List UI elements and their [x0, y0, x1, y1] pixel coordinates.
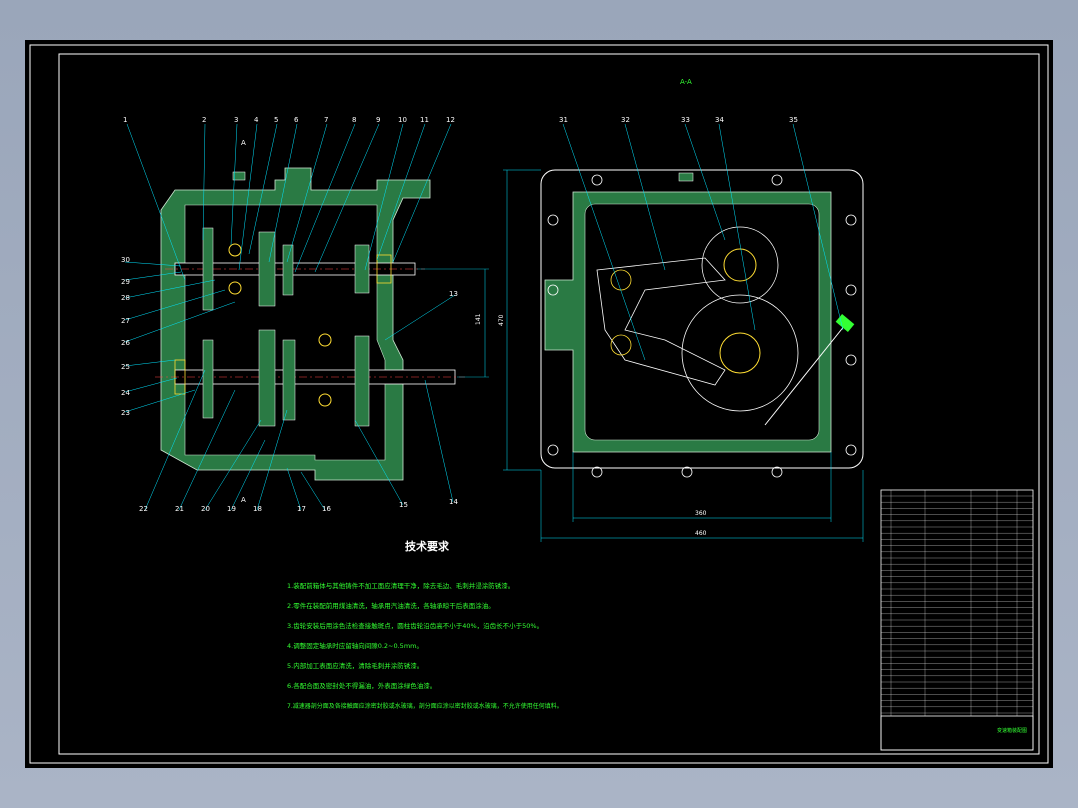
label-6: 6 — [294, 116, 299, 124]
note-7: 7.减速器剖分面及各接触面应涂密封胶或水玻璃，剖分面应涂以密封胶或水玻璃，不允许… — [287, 702, 563, 710]
label-8: 8 — [352, 116, 356, 124]
section-mark-top: A — [241, 139, 246, 147]
section-label: A-A — [680, 78, 692, 86]
label-3: 3 — [234, 116, 238, 124]
label-14: 14 — [449, 498, 458, 506]
note-5: 5.内部加工表面应清洗，清除毛刺并涂防锈漆。 — [287, 661, 423, 670]
label-5: 5 — [274, 116, 278, 124]
label-4: 4 — [254, 116, 259, 124]
left-section-view: A A 141 1 2 3 4 5 6 7 8 9 10 11 12 30 29… — [121, 116, 489, 513]
label-25: 25 — [121, 363, 130, 371]
dimension-460: 460 — [695, 530, 707, 537]
label-17: 17 — [297, 505, 306, 513]
section-mark-bottom: A — [241, 496, 246, 504]
label-19: 19 — [227, 505, 236, 513]
label-22: 22 — [139, 505, 148, 513]
right-section-view: A-A 31 32 33 34 35 470 360 460 — [498, 78, 864, 542]
label-26: 26 — [121, 339, 130, 347]
dipstick-handle — [835, 314, 855, 332]
parts-list: 变速箱装配图 — [880, 489, 1034, 751]
label-33: 33 — [681, 116, 690, 124]
label-34: 34 — [715, 116, 724, 124]
label-32: 32 — [621, 116, 630, 124]
parts-list-grid — [881, 490, 1033, 716]
drawing-title: 变速箱装配图 — [997, 727, 1027, 734]
gear-upper-4 — [354, 244, 370, 294]
label-31: 31 — [559, 116, 568, 124]
label-35: 35 — [789, 116, 798, 124]
note-6: 6.各配合面及密封处不得漏油，外表面涂绿色油漆。 — [287, 681, 436, 690]
label-24: 24 — [121, 389, 130, 397]
note-3: 3.齿轮安装后用涂色法检查接触斑点，圆柱齿轮沿齿高不小于40%，沿齿长不小于50… — [287, 621, 543, 630]
note-1: 1.装配前箱体与其他铸件不加工面应清理干净，除去毛边、毛刺并浸涂防锈漆。 — [287, 581, 514, 590]
technical-requirements: 技术要求 1.装配前箱体与其他铸件不加工面应清理干净，除去毛边、毛刺并浸涂防锈漆… — [287, 539, 563, 710]
dimension-470: 470 — [498, 314, 505, 326]
gear-lower-4 — [354, 335, 370, 427]
vent-cap — [678, 172, 694, 182]
label-30: 30 — [121, 256, 130, 264]
label-21: 21 — [175, 505, 184, 513]
label-13: 13 — [449, 290, 458, 298]
assembly-drawing: A A 141 1 2 3 4 5 6 7 8 9 10 11 12 30 29… — [29, 44, 1049, 764]
gear-lower-2 — [258, 329, 276, 427]
label-28: 28 — [121, 294, 130, 302]
gear-upper-3 — [282, 244, 294, 296]
housing-interior — [584, 203, 820, 441]
label-18: 18 — [253, 505, 262, 513]
label-7: 7 — [324, 116, 328, 124]
label-2: 2 — [202, 116, 206, 124]
label-9: 9 — [376, 116, 380, 124]
label-15: 15 — [399, 501, 408, 509]
gear-lower-3 — [282, 339, 296, 421]
drawing-sheet: A A 141 1 2 3 4 5 6 7 8 9 10 11 12 30 29… — [25, 40, 1053, 768]
label-16: 16 — [322, 505, 331, 513]
label-1: 1 — [123, 116, 127, 124]
label-11: 11 — [420, 116, 429, 124]
dimension-141: 141 — [475, 313, 482, 325]
gear-lower-1 — [202, 339, 214, 419]
dimension-360: 360 — [695, 510, 707, 517]
note-4: 4.调整固定轴承时应留轴向间隙0.2~0.5mm。 — [287, 641, 423, 650]
label-27: 27 — [121, 317, 130, 325]
note-2: 2.零件在装配前用煤油清洗，轴承用汽油清洗，各轴承晾干后表面涂油。 — [287, 601, 495, 610]
label-10: 10 — [398, 116, 407, 124]
label-29: 29 — [121, 278, 130, 286]
label-23: 23 — [121, 409, 130, 417]
label-20: 20 — [201, 505, 210, 513]
gear-upper-1 — [202, 227, 214, 311]
notes-title: 技术要求 — [405, 539, 450, 553]
label-12: 12 — [446, 116, 455, 124]
